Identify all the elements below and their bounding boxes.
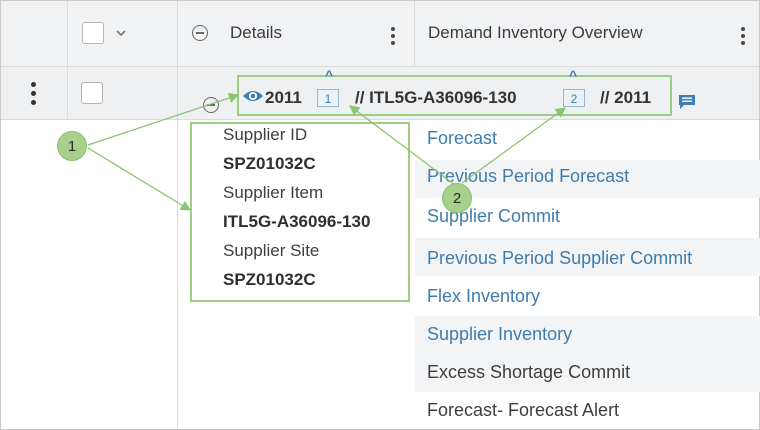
callout-2: 2 xyxy=(442,183,472,213)
callout-arrows xyxy=(87,92,567,211)
callout-1: 1 xyxy=(57,131,87,161)
